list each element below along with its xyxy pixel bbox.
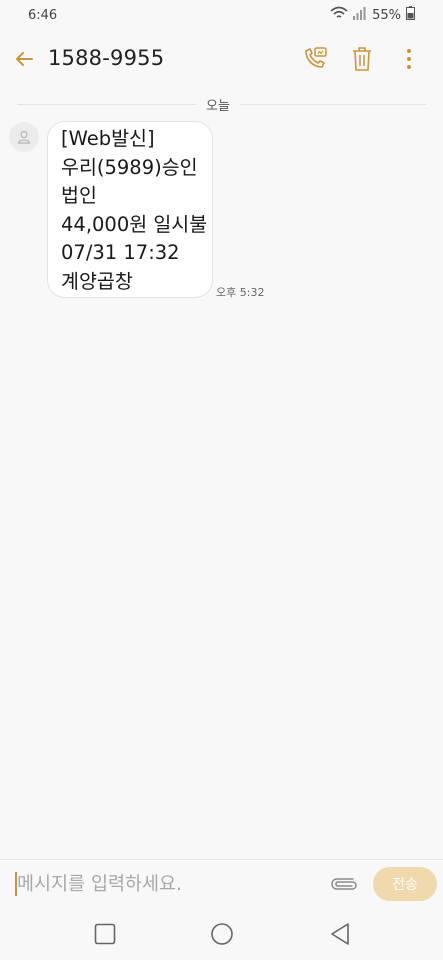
- more-vertical-icon: [407, 49, 411, 69]
- person-icon: [17, 130, 31, 144]
- message-timestamp: 오후 5:32: [216, 286, 265, 299]
- message-line: 법인: [61, 184, 97, 207]
- square-icon: [94, 923, 116, 945]
- message-bubble[interactable]: [Web발신] 우리(5989)승인 법인 44,000원 일시불 07/31 …: [47, 121, 213, 298]
- status-bar: 6:46 55%: [0, 0, 443, 30]
- message-line: 44,000원 일시불: [61, 212, 208, 236]
- recent-apps-button[interactable]: [92, 921, 118, 947]
- video-call-button[interactable]: [301, 44, 329, 74]
- wifi-icon: [330, 6, 348, 24]
- delete-button[interactable]: [348, 44, 376, 74]
- composer-divider: [0, 859, 443, 860]
- message-input[interactable]: [17, 869, 317, 899]
- signal-icon: [353, 6, 367, 24]
- message-line: [Web발신]: [61, 127, 155, 150]
- date-divider-label: 오늘: [196, 95, 240, 114]
- conversation-title: 1588-9955: [48, 46, 165, 70]
- paperclip-icon: [331, 878, 357, 890]
- app-bar: 1588-9955: [0, 30, 443, 90]
- message-line: 07/31 17:32: [61, 241, 180, 264]
- arrow-left-icon: [16, 52, 33, 66]
- back-nav-button[interactable]: [327, 921, 353, 947]
- battery-text: 55%: [372, 7, 401, 23]
- contact-avatar[interactable]: [9, 122, 39, 152]
- battery-icon: [406, 6, 415, 24]
- attach-button[interactable]: [328, 872, 360, 896]
- home-button[interactable]: [209, 921, 235, 947]
- status-time: 6:46: [28, 7, 58, 23]
- triangle-back-icon: [331, 923, 349, 945]
- circle-icon: [211, 923, 233, 945]
- back-button[interactable]: [12, 47, 36, 71]
- trash-icon: [353, 47, 371, 71]
- message-line: 계양곱창: [61, 269, 133, 293]
- message-line: 우리(5989)승인: [61, 155, 198, 179]
- status-icons: 55%: [330, 6, 415, 24]
- phone-video-icon: [305, 47, 327, 68]
- send-button[interactable]: 전송: [373, 867, 437, 901]
- more-options-button[interactable]: [395, 44, 423, 74]
